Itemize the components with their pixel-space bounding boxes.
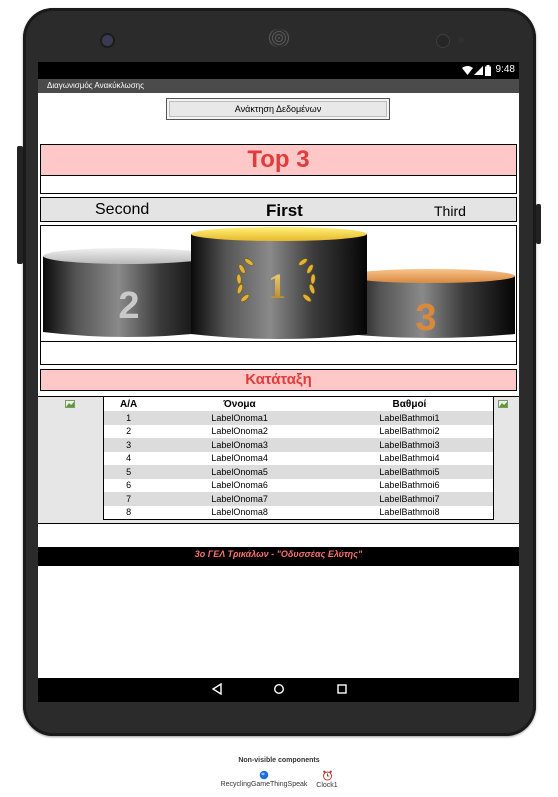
- table-row: 1 LabelOnoma1 LabelBathmoi1: [103, 411, 494, 425]
- volume-button: [536, 204, 541, 244]
- top3-heading: Top 3: [40, 144, 517, 176]
- clock-component[interactable]: Clock1: [310, 770, 344, 789]
- broken-image-icon-left: [65, 400, 75, 408]
- points-cell: LabelBathmoi7: [325, 492, 494, 506]
- column-header-name: Όνομα: [153, 396, 326, 411]
- name-cell: LabelOnoma5: [153, 465, 326, 479]
- rank-cell: 8: [126, 507, 132, 518]
- battery-icon: [485, 65, 491, 76]
- rank-cell: 1: [103, 411, 154, 425]
- sensor: [436, 34, 450, 48]
- points-cell: LabelBathmoi8: [379, 507, 440, 518]
- second-place-podium: 2: [43, 248, 211, 337]
- clock-component-label: Clock1: [316, 782, 338, 789]
- clock-time: 9:48: [495, 64, 515, 75]
- column-header-rank: Α/Α: [103, 396, 154, 411]
- home-icon[interactable]: [273, 683, 285, 695]
- rank-cell: 3: [103, 438, 154, 452]
- ranking-heading: Κατάταξη: [40, 369, 517, 391]
- speaker-grille: [268, 29, 290, 47]
- sensor-small: [458, 37, 464, 43]
- table-row: 4 LabelOnoma4 LabelBathmoi4: [104, 452, 494, 466]
- name-cell: LabelOnoma2: [211, 426, 268, 437]
- signal-icon: [474, 66, 483, 75]
- first-place-label: First: [266, 201, 303, 220]
- table-row: 8 LabelOnoma8 LabelBathmoi8: [104, 506, 494, 520]
- ranking-table: Α/Α Όνομα Βαθμοί 1 LabelOnoma1 LabelBath…: [103, 396, 494, 520]
- back-icon[interactable]: [211, 683, 223, 695]
- rank-cell: 2: [126, 426, 132, 437]
- clock-icon: [322, 770, 332, 781]
- rank-cell: 7: [103, 492, 154, 506]
- third-place-podium: 3: [347, 269, 515, 339]
- third-podium-number: 3: [415, 297, 436, 339]
- points-cell: LabelBathmoi6: [379, 480, 440, 491]
- second-podium-number: 2: [118, 285, 139, 327]
- table-row: 6 LabelOnoma6 LabelBathmoi6: [104, 479, 494, 493]
- spacer-line: [40, 176, 517, 194]
- android-nav-bar: [38, 678, 519, 702]
- column-header-points: Βαθμοί: [325, 396, 494, 411]
- thingspeak-component[interactable]: RecyclingGameThingSpeak: [214, 770, 314, 788]
- non-visible-components-title: Non-visible components: [238, 757, 320, 764]
- name-cell: LabelOnoma7: [153, 492, 326, 506]
- spacer-line-2: [40, 342, 517, 365]
- web-component-icon: [259, 770, 269, 780]
- ranking-section: Α/Α Όνομα Βαθμοί 1 LabelOnoma1 LabelBath…: [38, 396, 519, 524]
- points-cell: LabelBathmoi1: [325, 411, 494, 425]
- front-camera: [100, 33, 115, 48]
- status-bar: 9:48: [38, 62, 519, 79]
- recent-apps-icon[interactable]: [336, 683, 348, 695]
- third-place-label: Third: [434, 203, 466, 219]
- name-cell: LabelOnoma3: [153, 438, 326, 452]
- points-cell: LabelBathmoi3: [325, 438, 494, 452]
- school-footer: 3ο ΓΕΛ Τρικάλων - "Οδυσσέας Ελύτης": [38, 547, 519, 566]
- fetch-data-button[interactable]: Ανάκτηση Δεδομένων: [166, 98, 390, 120]
- rank-cell: 6: [126, 480, 132, 491]
- rank-cell: 4: [126, 453, 132, 464]
- thingspeak-component-label: RecyclingGameThingSpeak: [220, 781, 308, 788]
- points-cell: LabelBathmoi5: [325, 465, 494, 479]
- name-cell: LabelOnoma4: [211, 453, 268, 464]
- podium-graphic: 2 3 1: [43, 227, 515, 339]
- phone-screen: 9:48 Διαγωνισμός Ανακύκλωσης Ανάκτηση Δε…: [38, 62, 519, 702]
- wifi-icon: [462, 66, 473, 75]
- app-title-bar: Διαγωνισμός Ανακύκλωσης: [38, 79, 519, 93]
- rank-cell: 5: [103, 465, 154, 479]
- broken-image-icon-right: [498, 400, 508, 408]
- place-labels-row: Second First Third: [40, 197, 517, 222]
- name-cell: LabelOnoma6: [211, 480, 268, 491]
- school-footer-text: 3ο ΓΕΛ Τρικάλων - "Οδυσσέας Ελύτης": [194, 549, 363, 559]
- table-row: 2 LabelOnoma2 LabelBathmoi2: [104, 425, 494, 439]
- points-cell: LabelBathmoi2: [379, 426, 440, 437]
- top3-heading-text: Top 3: [247, 146, 310, 173]
- first-podium-number: 1: [268, 266, 286, 306]
- points-cell: LabelBathmoi4: [379, 453, 440, 464]
- app-title: Διαγωνισμός Ανακύκλωσης: [47, 81, 144, 90]
- table-row: 3 LabelOnoma3 LabelBathmoi3: [103, 438, 494, 452]
- name-cell: LabelOnoma1: [153, 411, 326, 425]
- table-row: 5 LabelOnoma5 LabelBathmoi5: [103, 465, 494, 479]
- power-button: [17, 146, 23, 264]
- podium-image: 2 3 1: [40, 225, 517, 342]
- first-place-podium: 1: [191, 227, 367, 339]
- ranking-heading-text: Κατάταξη: [245, 371, 312, 388]
- table-header-row: Α/Α Όνομα Βαθμοί: [103, 396, 494, 411]
- second-place-label: Second: [95, 201, 150, 218]
- table-row: 7 LabelOnoma7 LabelBathmoi7: [103, 492, 494, 506]
- name-cell: LabelOnoma8: [211, 507, 268, 518]
